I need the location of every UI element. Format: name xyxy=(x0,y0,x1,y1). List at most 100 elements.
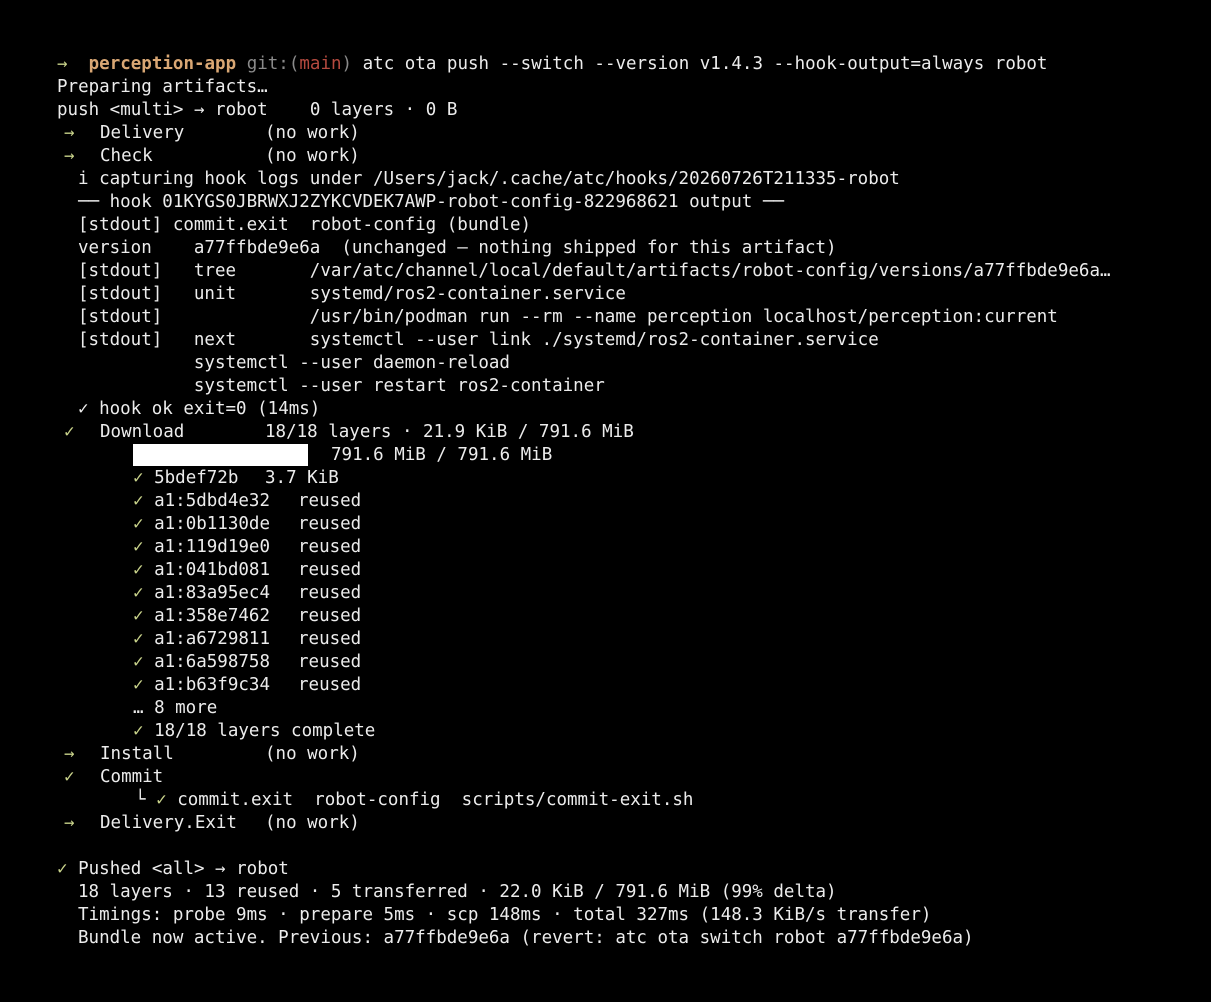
layer-row: ✓ a1:119d19e0 xyxy=(133,536,270,559)
stage-download-label: Download xyxy=(100,422,185,442)
hook-ok-text: hook ok exit=0 (14ms) xyxy=(99,399,321,419)
check-icon: ✓ xyxy=(156,790,167,810)
layer-row: ✓ a1:0b1130de xyxy=(133,513,270,536)
stage-delivery-exit-label: Delivery.Exit xyxy=(100,813,237,833)
git-label: git:( xyxy=(246,54,300,74)
layer-info: reused xyxy=(298,560,362,580)
layer-info: reused xyxy=(298,537,362,557)
git-label-close: ) xyxy=(341,54,353,74)
stage-delivery-exit: → xyxy=(64,812,75,835)
stage-commit: ✓ xyxy=(64,766,75,789)
stage-delivery: → xyxy=(64,122,75,145)
check-icon: ✓ xyxy=(64,767,75,787)
stage-delivery-exit-status: (no work) xyxy=(265,813,360,833)
hook-capturing-line: i capturing hook logs under /Users/jack/… xyxy=(78,169,900,189)
layer-info: reused xyxy=(298,629,362,649)
more-layers: … 8 more xyxy=(133,698,218,718)
stage-check: → xyxy=(64,145,75,168)
layer-row: ✓ a1:a6729811 xyxy=(133,628,270,651)
layer-info: reused xyxy=(298,583,362,603)
hook-header: ── hook 01KYGS0JBRWXJ2ZYKCVDEK7AWP-robot… xyxy=(78,192,784,212)
check-icon: ✓ xyxy=(64,422,75,442)
hook-ok-line: ✓ hook ok exit=0 (14ms) xyxy=(78,398,320,421)
stage-install: → xyxy=(64,743,75,766)
preparing-line: Preparing artifacts… xyxy=(57,77,268,97)
summary-timings: Timings: probe 9ms · prepare 5ms · scp 1… xyxy=(78,905,932,925)
layer-id: a1:6a598758 xyxy=(154,652,270,672)
check-icon: ✓ xyxy=(133,629,144,649)
check-icon: ✓ xyxy=(133,675,144,695)
arrow-icon: → xyxy=(64,123,75,143)
stage-install-status: (no work) xyxy=(265,744,360,764)
hook-output-line: [stdout] /usr/bin/podman run --rm --name… xyxy=(78,307,1058,327)
download-progress-bar xyxy=(133,444,308,466)
summary-bundle: Bundle now active. Previous: a77ffbde9e6… xyxy=(78,928,974,948)
command-line: → perception-app git:(main) atc ota push… xyxy=(57,53,1047,76)
prompt-directory: perception-app xyxy=(88,54,237,74)
layer-id: a1:b63f9c34 xyxy=(154,675,270,695)
check-icon: ✓ xyxy=(133,468,144,488)
layer-row: ✓ 5bdef72b xyxy=(133,467,238,490)
hook-output-line: systemctl --user restart ros2-container xyxy=(78,376,605,396)
layer-id: a1:119d19e0 xyxy=(154,537,270,557)
stage-install-label: Install xyxy=(100,744,174,764)
layer-row: ✓ a1:b63f9c34 xyxy=(133,674,270,697)
check-icon: ✓ xyxy=(133,583,144,603)
arrow-icon: → xyxy=(64,813,75,833)
layer-info: reused xyxy=(298,491,362,511)
hook-output-line: version a77ffbde9e6a (unchanged — nothin… xyxy=(78,238,837,258)
git-branch: main xyxy=(299,54,342,74)
layers-complete-line: ✓ 18/18 layers complete xyxy=(133,720,375,743)
layer-id: 5bdef72b xyxy=(154,468,239,488)
layer-info: 3.7 KiB xyxy=(265,468,339,488)
layer-id: a1:83a95ec4 xyxy=(154,583,270,603)
check-icon: ✓ xyxy=(78,399,89,419)
check-icon: ✓ xyxy=(133,721,144,741)
check-icon: ✓ xyxy=(133,606,144,626)
commit-detail-text: commit.exit robot-config scripts/commit-… xyxy=(177,790,694,810)
hook-output-line: systemctl --user daemon-reload xyxy=(78,353,510,373)
pushed-text: Pushed <all> → robot xyxy=(78,859,289,879)
check-icon: ✓ xyxy=(133,537,144,557)
arrow-icon: → xyxy=(64,744,75,764)
layers-complete-text: 18/18 layers complete xyxy=(154,721,376,741)
layer-info: reused xyxy=(298,514,362,534)
layer-row: ✓ a1:5dbd4e32 xyxy=(133,490,270,513)
stage-delivery-status: (no work) xyxy=(265,123,360,143)
layer-info: reused xyxy=(298,606,362,626)
summary-stats: 18 layers · 13 reused · 5 transferred · … xyxy=(78,882,837,902)
stage-download: ✓ xyxy=(64,421,75,444)
check-icon: ✓ xyxy=(133,491,144,511)
stage-check-label: Check xyxy=(100,146,153,166)
pushed-line: ✓ Pushed <all> → robot xyxy=(57,858,289,881)
hook-output-line: [stdout] next systemctl --user link ./sy… xyxy=(78,330,879,350)
layer-id: a1:358e7462 xyxy=(154,606,270,626)
layer-id: a1:a6729811 xyxy=(154,629,270,649)
layer-row: ✓ a1:041bd081 xyxy=(133,559,270,582)
stage-commit-label: Commit xyxy=(100,767,164,787)
hook-output-line: [stdout] commit.exit robot-config (bundl… xyxy=(78,215,532,235)
layer-id: a1:0b1130de xyxy=(154,514,270,534)
hook-output-line: [stdout] tree /var/atc/channel/local/def… xyxy=(78,261,1111,281)
layer-row: ✓ a1:6a598758 xyxy=(133,651,270,674)
check-icon: ✓ xyxy=(133,652,144,672)
download-progress-text: 791.6 MiB / 791.6 MiB xyxy=(331,445,553,465)
push-line: push <multi> → robot 0 layers · 0 B xyxy=(57,100,458,120)
layer-row: ✓ a1:358e7462 xyxy=(133,605,270,628)
terminal-output[interactable]: → perception-app git:(main) atc ota push… xyxy=(0,0,1211,1002)
stage-download-status: 18/18 layers · 21.9 KiB / 791.6 MiB xyxy=(265,422,634,442)
check-icon: ✓ xyxy=(57,859,68,879)
check-icon: ✓ xyxy=(133,560,144,580)
layer-id: a1:041bd081 xyxy=(154,560,270,580)
layer-info: reused xyxy=(298,652,362,672)
prompt-arrow-icon: → xyxy=(57,54,68,74)
arrow-icon: → xyxy=(64,146,75,166)
stage-check-status: (no work) xyxy=(265,146,360,166)
layer-info: reused xyxy=(298,675,362,695)
stage-delivery-label: Delivery xyxy=(100,123,185,143)
tree-branch-icon: └ xyxy=(135,790,146,810)
hook-output-line: [stdout] unit systemd/ros2-container.ser… xyxy=(78,284,626,304)
check-icon: ✓ xyxy=(133,514,144,534)
layer-id: a1:5dbd4e32 xyxy=(154,491,270,511)
commit-detail-line: └ ✓ commit.exit robot-config scripts/com… xyxy=(135,789,693,812)
